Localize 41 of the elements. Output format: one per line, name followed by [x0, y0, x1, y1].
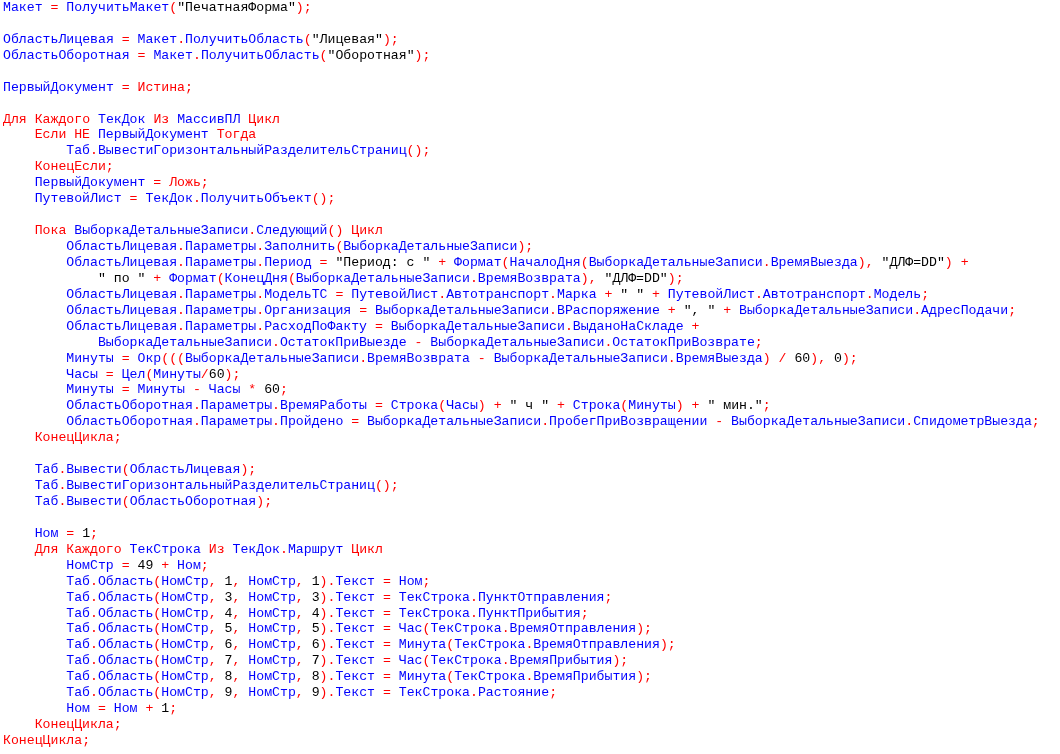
code-line: КонецЦикла;: [34, 430, 122, 447]
code-line: ОбластьЛицевая.Параметры.МодельТС = ПутевойЛист.Автотранспорт.Марка + " " + ПутевойЛист.Автотранспорт.Модель;: [66, 286, 930, 303]
code-line: КонецЕсли;: [34, 159, 114, 176]
code-line: ОбластьОборотная.Параметры.ВремяРаботы = Строка(Часы) + " ч " + Строка(Минуты) + " мин.";: [66, 398, 771, 415]
code-line: ОбластьОборотная = Макет.ПолучитьОбласть("Оборотная");: [3, 47, 431, 64]
code-line: ОбластьЛицевая.Параметры.Организация = ВыборкаДетальныеЗаписи.ВРаспоряжение + ", " + ВыборкаДетальныеЗаписи.АдресПодачи;: [66, 302, 1017, 319]
code-line: Для Каждого ТекСтрока Из ТекДок.Маршрут Цикл: [34, 541, 383, 558]
code-line: Таб.Область(НомСтр, 1, НомСтр, 1).Текст = Ном;: [66, 573, 431, 590]
code-line: Таб.Вывести(ОбластьЛицевая);: [34, 462, 257, 479]
code-line: ОбластьОборотная.Параметры.Пройдено = ВыборкаДетальныеЗаписи.ПробегПриВозвращении - ВыборкаДетальныеЗаписи.СпидометрВыезда;: [66, 414, 1040, 431]
code-line: Таб.Область(НомСтр, 5, НомСтр, 5).Текст = Час(ТекСтрока.ВремяОтправления);: [66, 621, 652, 638]
code-line: ОбластьЛицевая.Параметры.Период = "Период: с " + Формат(НачалоДня(ВыборкаДетальныеЗаписи.ВремяВыезда), "ДЛФ=DD") +: [66, 254, 969, 271]
code-line: Ном = 1;: [34, 525, 98, 542]
code-line: Часы = Цел(Минуты/60);: [66, 366, 241, 383]
code-line: Минуты = Окр(((ВыборкаДетальныеЗаписи.ВремяВозврата - ВыборкаДетальныеЗаписи.ВремяВыезда) / 60), 0);: [66, 350, 858, 367]
code-line: Для Каждого ТекДок Из МассивПЛ Цикл: [3, 111, 280, 128]
code-line: Таб.Область(НомСтр, 3, НомСтр, 3).Текст = ТекСтрока.ПунктОтправления;: [66, 589, 613, 606]
code-line: Таб.Область(НомСтр, 8, НомСтр, 8).Текст = Минута(ТекСтрока.ВремяПрибытия);: [66, 669, 652, 686]
code-line: ПутевойЛист = ТекДок.ПолучитьОбъект();: [34, 191, 336, 208]
code-line: ОбластьЛицевая = Макет.ПолучитьОбласть("Лицевая");: [3, 31, 399, 48]
code-line: Таб.Область(НомСтр, 7, НомСтр, 7).Текст = Час(ТекСтрока.ВремяПрибытия);: [66, 653, 629, 670]
code-line: " по " + Формат(КонецДня(ВыборкаДетальныеЗаписи.ВремяВозврата), "ДЛФ=DD");: [97, 270, 684, 287]
code-line: ОбластьЛицевая.Параметры.Заполнить(ВыборкаДетальныеЗаписи);: [66, 239, 534, 255]
code-line: ВыборкаДетальныеЗаписи.ОстатокПриВыезде - ВыборкаДетальныеЗаписи.ОстатокПриВозврате;: [97, 334, 763, 351]
code-line: Таб.Область(НомСтр, 6, НомСтр, 6).Текст = Минута(ТекСтрока.ВремяОтправления);: [66, 637, 676, 654]
code-line: НомСтр = 49 + Ном;: [66, 557, 209, 574]
code-line: Макет = ПолучитьМакет("ПечатнаяФорма");: [3, 0, 312, 16]
code-line: КонецЦикла;: [34, 717, 122, 734]
code-line: Таб.Область(НомСтр, 4, НомСтр, 4).Текст = ТекСтрока.ПунктПрибытия;: [66, 605, 589, 622]
code-line: Если НЕ ПервыйДокумент Тогда: [34, 127, 257, 144]
code-line: ПервыйДокумент = Истина;: [3, 79, 193, 96]
code-line: КонецЦикла;: [3, 733, 91, 749]
code-line: Ном = Ном + 1;: [66, 701, 178, 718]
code-line: Пока ВыборкаДетальныеЗаписи.Следующий() Цикл: [34, 223, 383, 239]
code-line: ОбластьЛицевая.Параметры.РасходПоФакту = ВыборкаДетальныеЗаписи.ВыданоНаСкладе +: [66, 318, 700, 335]
code-line: Таб.ВывестиГоризонтальныйРазделительСтраниц();: [34, 478, 399, 494]
code-line: ПервыйДокумент = Ложь;: [34, 175, 209, 192]
code-line: Таб.ВывестиГоризонтальныйРазделительСтраниц();: [66, 143, 431, 160]
code-line: Таб.Вывести(ОбластьОборотная);: [34, 494, 273, 510]
code-line: Минуты = Минуты - Часы * 60;: [66, 382, 288, 399]
code-line: Таб.Область(НомСтр, 9, НомСтр, 9).Текст = ТекСтрока.Растояние;: [66, 685, 558, 702]
